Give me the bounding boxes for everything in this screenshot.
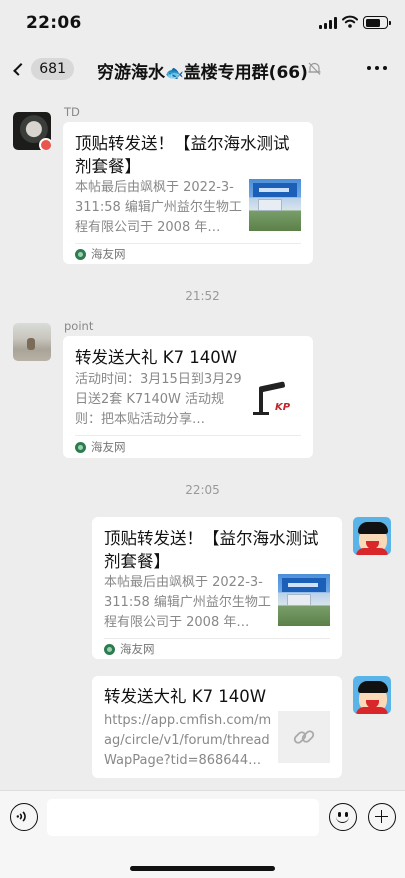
- avatar-self[interactable]: [353, 517, 391, 555]
- more-button[interactable]: [367, 66, 387, 72]
- link-icon: [293, 730, 315, 744]
- card-description: 本帖最后由飒枫于 2022-3-311:58 编辑广州益尔生物工程有限公司于 2…: [104, 575, 271, 630]
- card-source: 海友网: [75, 439, 126, 455]
- more-dot-icon: [367, 66, 371, 70]
- source-site-icon: [75, 441, 86, 453]
- card-title: 顶贴转发送！【益尔海水测试剂套餐】: [75, 134, 290, 176]
- more-dot-icon: [375, 66, 379, 70]
- unread-count-badge: 681: [31, 58, 74, 80]
- mute-bell-icon: [308, 62, 321, 75]
- back-button[interactable]: 681: [10, 55, 74, 83]
- link-card[interactable]: 转发送大礼 K7 140W 活动时间：3月15日到3月29日送2套 K7140W…: [63, 336, 313, 458]
- wifi-icon: [342, 15, 358, 28]
- avatar-point[interactable]: [13, 323, 51, 361]
- card-description: 活动时间：3月15日到3月29日送2套 K7140W 活动规则：把本贴活动分享…: [75, 372, 242, 427]
- avatar-badge-icon: [39, 138, 51, 150]
- battery-icon: [363, 16, 391, 29]
- card-divider: [104, 638, 330, 639]
- card-description: https://app.cmfish.com/mag/circle/v1/for…: [104, 713, 272, 768]
- timestamp: 21:52: [185, 289, 220, 303]
- card-thumbnail-image: [249, 179, 301, 231]
- sender-name: TD: [64, 105, 80, 119]
- source-site-icon: [75, 248, 86, 260]
- nav-bar: 681 穷游海水🐟盖楼专用群(66): [0, 46, 405, 92]
- chat-title-prefix: 穷游海水: [97, 63, 165, 83]
- link-card[interactable]: 顶贴转发送！【益尔海水测试剂套餐】 本帖最后由飒枫于 2022-3-311:58…: [92, 517, 342, 659]
- card-source-label: 海友网: [91, 440, 126, 454]
- back-chevron-icon: [13, 62, 27, 76]
- lamp-brand-logo: KP: [275, 402, 291, 413]
- avatar-self[interactable]: [353, 676, 391, 714]
- chat-message-list[interactable]: TD 顶贴转发送！【益尔海水测试剂套餐】 本帖最后由飒枫于 2022-3-311…: [0, 92, 405, 790]
- voice-icon: [16, 811, 26, 822]
- voice-input-button[interactable]: [10, 803, 38, 831]
- status-bar: 22:06: [0, 0, 405, 46]
- card-description: 本帖最后由飒枫于 2022-3-311:58 编辑广州益尔生物工程有限公司于 2…: [75, 180, 242, 235]
- card-source: 海友网: [104, 641, 155, 657]
- home-indicator[interactable]: [130, 866, 275, 871]
- more-dot-icon: [383, 66, 387, 70]
- card-title: 转发送大礼 K7 140W: [75, 348, 238, 367]
- card-title: 顶贴转发送！【益尔海水测试剂套餐】: [104, 529, 319, 571]
- link-card[interactable]: 顶贴转发送！【益尔海水测试剂套餐】 本帖最后由飒枫于 2022-3-311:58…: [63, 122, 313, 264]
- source-site-icon: [104, 643, 115, 655]
- timestamp: 22:05: [185, 483, 220, 497]
- card-source-label: 海友网: [91, 247, 126, 261]
- card-thumbnail-image: KP: [249, 372, 301, 424]
- card-title: 转发送大礼 K7 140W: [104, 687, 267, 706]
- link-thumbnail: [278, 711, 330, 763]
- card-thumbnail-image: [278, 574, 330, 626]
- message-input[interactable]: [47, 799, 319, 836]
- chat-title[interactable]: 穷游海水🐟盖楼专用群(66): [97, 58, 308, 83]
- input-bar: [0, 790, 405, 878]
- signal-icon: [319, 17, 337, 29]
- link-card[interactable]: 转发送大礼 K7 140W https://app.cmfish.com/mag…: [92, 676, 342, 778]
- fish-emoji-icon: 🐟: [165, 64, 184, 82]
- card-divider: [75, 243, 301, 244]
- card-source: 海友网: [75, 246, 126, 262]
- sender-name: point: [64, 319, 94, 333]
- card-divider: [75, 435, 301, 436]
- status-time: 22:06: [26, 13, 82, 33]
- more-functions-button[interactable]: [368, 803, 396, 831]
- chat-title-suffix: 盖楼专用群(66): [183, 63, 308, 83]
- avatar-td[interactable]: [13, 112, 51, 150]
- emoji-button[interactable]: [329, 803, 357, 831]
- card-source-label: 海友网: [120, 642, 155, 656]
